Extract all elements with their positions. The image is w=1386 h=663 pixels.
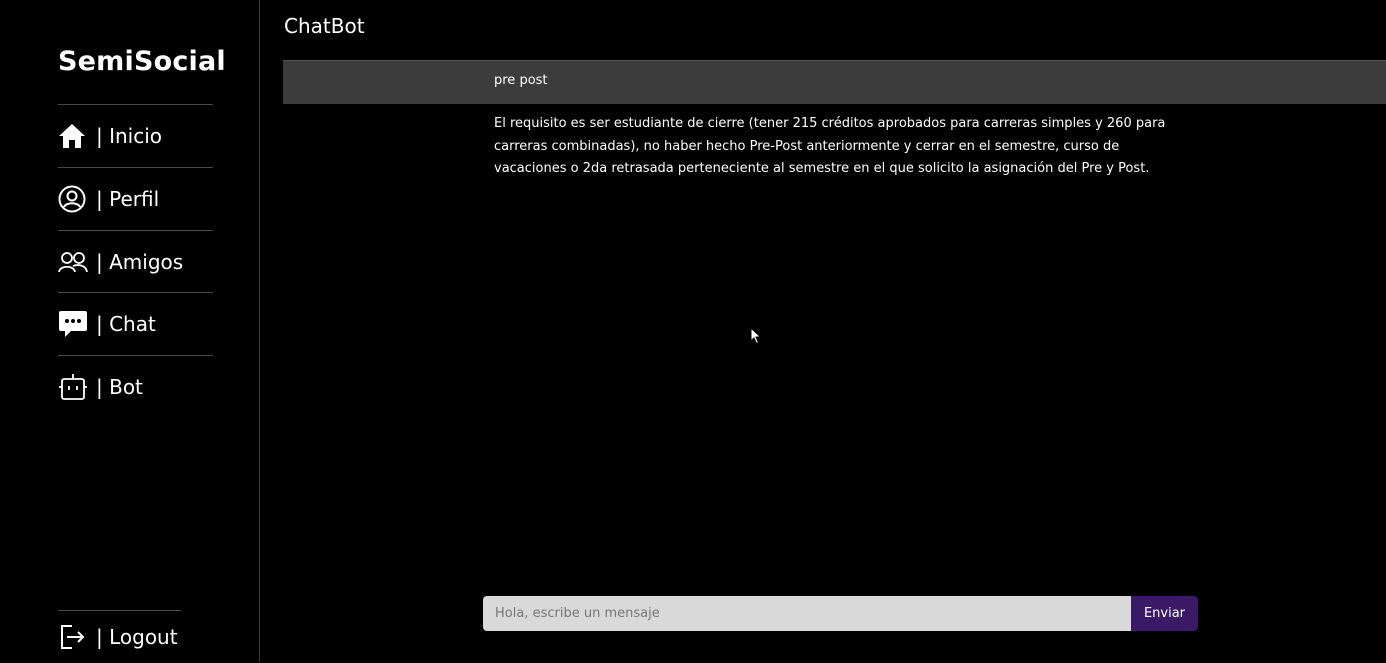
brand-logo: SemiSocial: [58, 46, 226, 77]
nav-item-amigos[interactable]: | Amigos: [58, 230, 213, 293]
nav-item-inicio[interactable]: | Inicio: [58, 104, 213, 167]
user-message-text: pre post: [494, 73, 548, 88]
nav-item-perfil[interactable]: | Perfil: [58, 167, 213, 230]
nav-item-chat[interactable]: | Chat: [58, 292, 213, 355]
user-circle-icon: [58, 184, 88, 214]
robot-icon: [58, 372, 88, 402]
nav-label-perfil: | Perfil: [96, 187, 160, 211]
nav-label-amigos: | Amigos: [96, 250, 184, 274]
logout-button[interactable]: | Logout: [58, 610, 181, 663]
logout-label: | Logout: [96, 625, 178, 649]
send-button[interactable]: Enviar: [1131, 596, 1198, 631]
page-title: ChatBot: [284, 14, 365, 38]
nav-label-inicio: | Inicio: [96, 124, 163, 148]
nav-item-bot[interactable]: | Bot: [58, 355, 213, 418]
message-input[interactable]: [483, 596, 1131, 631]
users-icon: [58, 247, 88, 277]
user-message: pre post: [283, 60, 1386, 104]
message-composer: Enviar: [483, 596, 1198, 631]
nav-label-bot: | Bot: [96, 375, 143, 399]
home-icon: [58, 121, 88, 151]
logout-icon: [58, 622, 88, 652]
bot-message: El requisito es ser estudiante de cierre…: [494, 116, 1166, 176]
sidebar: SemiSocial | Inicio | Perfil | Amigos | …: [0, 0, 260, 662]
nav-label-chat: | Chat: [96, 312, 156, 336]
chat-bubble-icon: [58, 309, 88, 339]
mouse-cursor-icon: [750, 326, 762, 349]
